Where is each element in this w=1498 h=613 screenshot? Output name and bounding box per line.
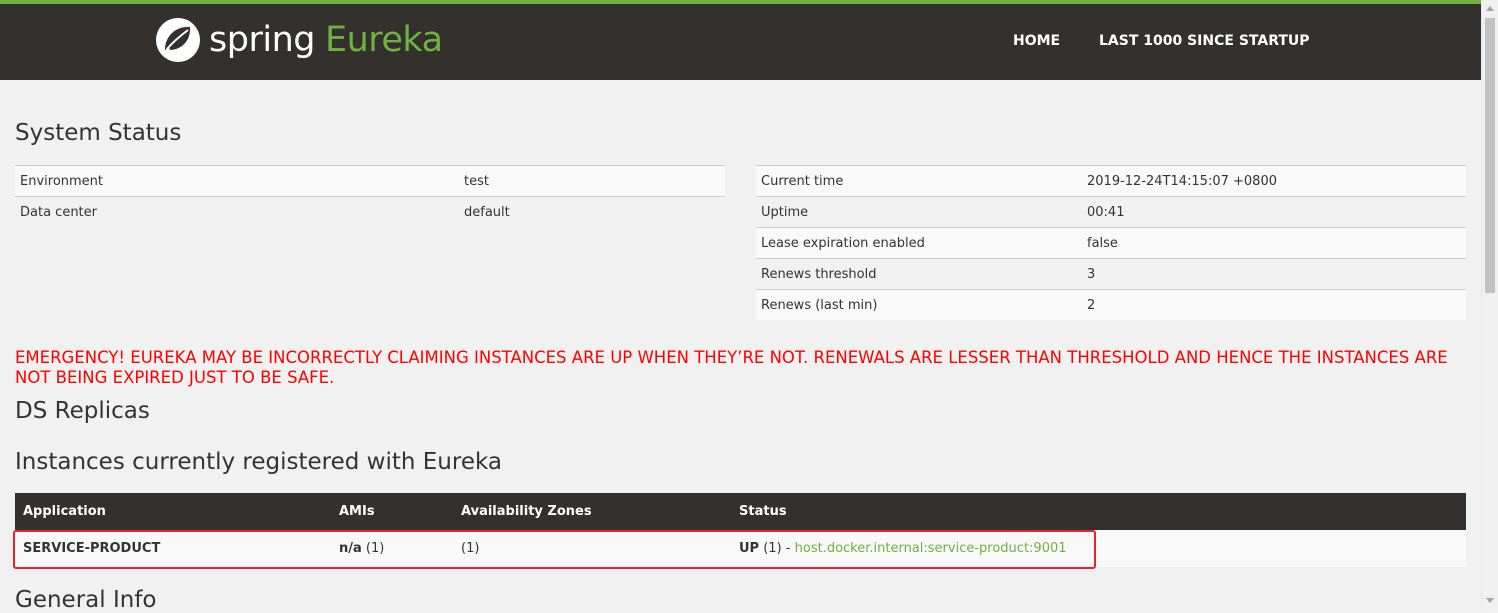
amis-cell: n/a (1) — [331, 530, 453, 567]
table-row: Lease expiration enabled false — [756, 227, 1466, 259]
environment-label: Environment — [15, 165, 459, 197]
scroll-down-arrow-icon[interactable] — [1486, 598, 1494, 603]
spring-eureka-logo[interactable]: spring Eureka — [155, 16, 443, 64]
renews-last-min-value: 2 — [1082, 289, 1466, 320]
table-row: Environment test — [15, 165, 725, 197]
column-header-application: Application — [15, 493, 331, 530]
general-info-heading: General Info — [15, 587, 157, 613]
instances-heading: Instances currently registered with Eure… — [15, 449, 502, 475]
vertical-scrollbar[interactable] — [1481, 0, 1498, 609]
system-status-heading: System Status — [15, 120, 182, 146]
data-center-label: Data center — [15, 196, 459, 227]
table-row: Data center default — [15, 196, 725, 227]
application-name: SERVICE-PRODUCT — [15, 530, 331, 567]
scroll-up-arrow-icon[interactable] — [1486, 6, 1494, 11]
table-row: Renews threshold 3 — [756, 258, 1466, 290]
status-cell: UP (1) - host.docker.internal:service-pr… — [731, 530, 1466, 567]
column-header-amis: AMIs — [331, 493, 453, 530]
uptime-label: Uptime — [756, 196, 1082, 228]
logo-text: spring Eureka — [209, 17, 443, 63]
status-count: (1) - — [763, 541, 791, 556]
renews-threshold-value: 3 — [1082, 258, 1466, 290]
column-header-availability-zones: Availability Zones — [453, 493, 731, 530]
logo-spring-word: spring — [209, 20, 315, 60]
column-header-status: Status — [731, 493, 1466, 530]
current-time-value: 2019-12-24T14:15:07 +0800 — [1082, 165, 1466, 197]
instance-link[interactable]: host.docker.internal:service-product:900… — [795, 541, 1067, 556]
amis-count: (1) — [365, 541, 385, 556]
table-row: Renews (last min) 2 — [756, 289, 1466, 320]
system-status-left-table: Environment test Data center default — [15, 165, 725, 227]
table-row: Current time 2019-12-24T14:15:07 +0800 — [756, 165, 1466, 197]
environment-value: test — [459, 165, 725, 197]
amis-value: n/a — [339, 541, 362, 556]
lease-expiration-value: false — [1082, 227, 1466, 259]
uptime-value: 00:41 — [1082, 196, 1466, 228]
nav-home-link[interactable]: HOME — [1013, 33, 1060, 49]
top-navbar: spring Eureka HOME LAST 1000 SINCE STARTU… — [0, 0, 1481, 80]
nav-last-1000-link[interactable]: LAST 1000 SINCE STARTUP — [1099, 33, 1310, 49]
table-header-row: Application AMIs Availability Zones Stat… — [15, 493, 1466, 530]
logo-eureka-word: Eureka — [324, 20, 443, 60]
availability-zones-value: (1) — [453, 530, 731, 567]
current-time-label: Current time — [756, 165, 1082, 197]
table-row: Uptime 00:41 — [756, 196, 1466, 228]
scrollbar-thumb[interactable] — [1485, 18, 1495, 293]
data-center-value: default — [459, 196, 725, 227]
table-row: SERVICE-PRODUCT n/a (1) (1) UP (1) - hos… — [15, 530, 1466, 567]
lease-expiration-label: Lease expiration enabled — [756, 227, 1082, 259]
renews-threshold-label: Renews threshold — [756, 258, 1082, 290]
status-up: UP — [739, 541, 760, 556]
system-status-right-table: Current time 2019-12-24T14:15:07 +0800 U… — [756, 165, 1466, 320]
ds-replicas-heading: DS Replicas — [15, 398, 150, 424]
spring-leaf-icon — [156, 18, 200, 62]
renews-last-min-label: Renews (last min) — [756, 289, 1082, 320]
instances-table: Application AMIs Availability Zones Stat… — [15, 493, 1466, 567]
emergency-warning: EMERGENCY! EUREKA MAY BE INCORRECTLY CLA… — [15, 348, 1448, 387]
